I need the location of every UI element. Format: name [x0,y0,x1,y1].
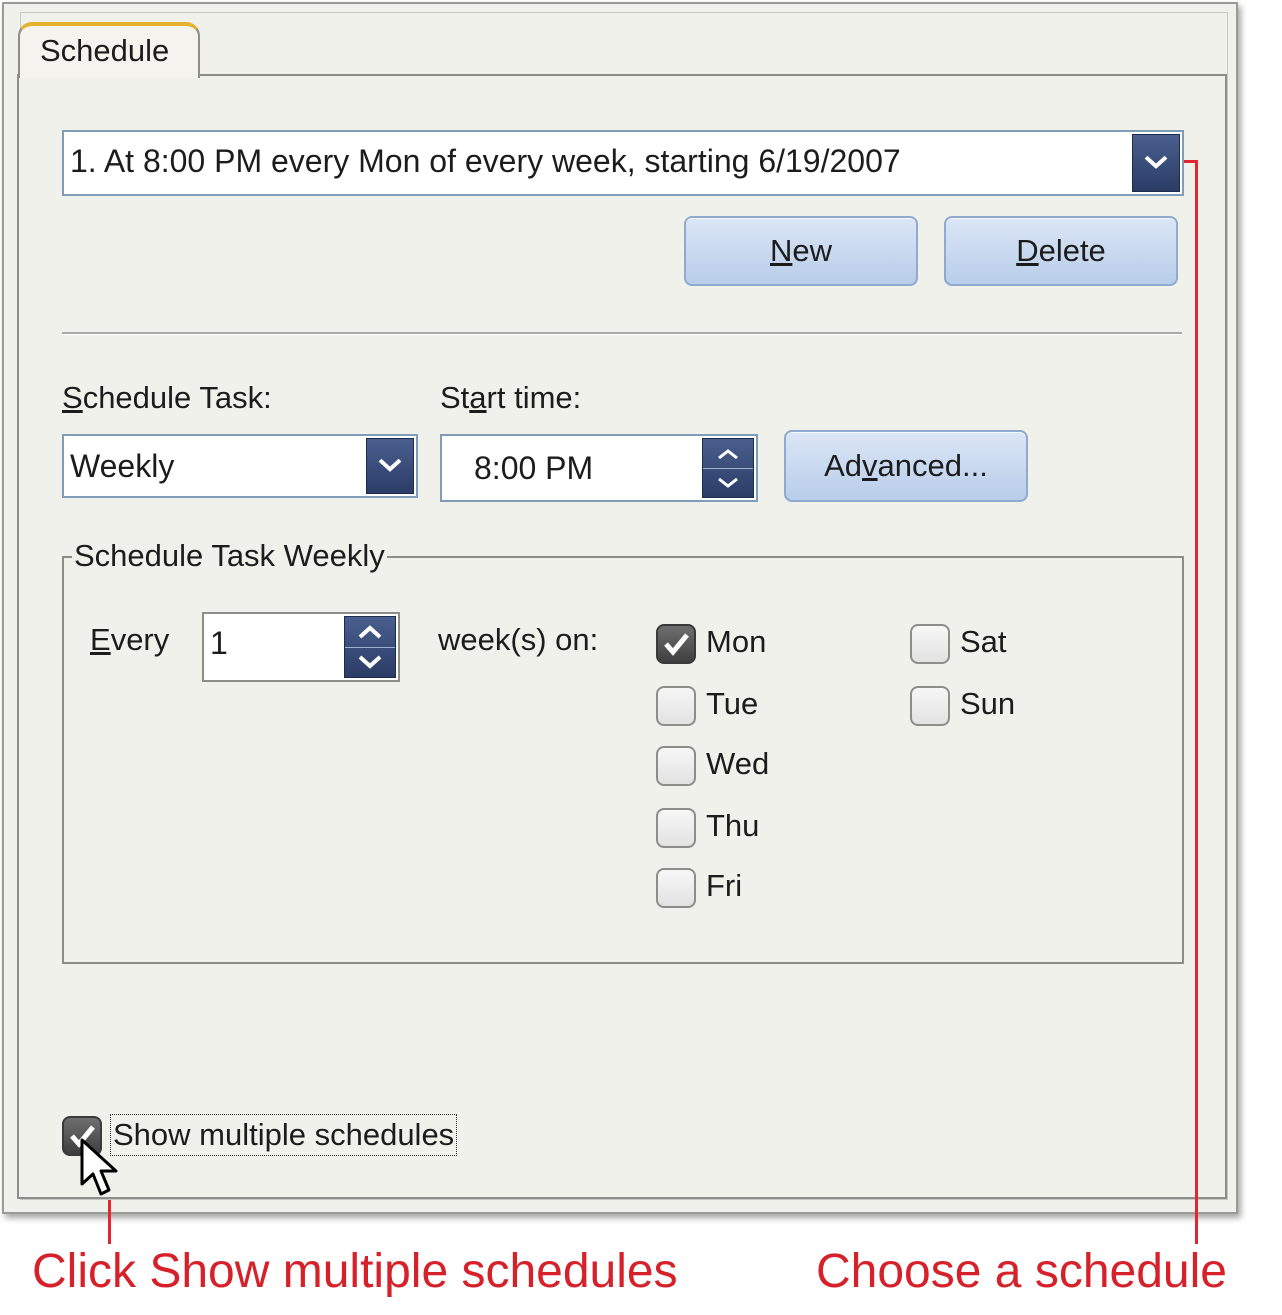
every-label-text: very [110,622,170,657]
delete-button-label: elete [1038,233,1106,268]
checkbox[interactable] [656,686,696,726]
checkbox[interactable] [656,624,696,664]
start-time-spinner[interactable] [702,438,754,498]
day-label: Sun [960,686,1016,721]
start-time-label-rest: rt time: [486,380,582,415]
schedule-select-value: 1. At 8:00 PM every Mon of every week, s… [70,143,901,179]
start-time-value: 8:00 PM [474,450,594,486]
checkmark-icon [664,633,689,656]
annotation-show-multiple: Click Show multiple schedules [32,1245,678,1298]
start-time-input[interactable]: 8:00 PM [440,434,758,502]
annotation-choose-schedule: Choose a schedule [816,1245,1227,1298]
delete-button[interactable]: Delete [944,216,1178,286]
delete-button-mnemonic: D [1016,233,1039,268]
show-multiple-schedules-label: Show multiple schedules [110,1114,458,1156]
schedule-task-mnemonic: S [62,380,83,415]
new-button-label: ew [792,233,833,268]
every-weeks-value: 1 [210,625,228,661]
chevron-down-icon [378,458,402,472]
day-label: Sat [960,624,1007,659]
schedule-task-value: Weekly [70,448,175,484]
day-label: Mon [706,624,767,659]
chevron-down-icon [1144,155,1168,169]
annotation-line-left-v [108,1200,111,1244]
every-weeks-spinner[interactable] [344,616,396,678]
chevron-down-icon [718,477,738,488]
chevron-up-icon [358,625,382,639]
advanced-label-pre: Ad [824,448,863,483]
weekly-group-title: Schedule Task Weekly [72,538,387,574]
annotation-line-right-v [1195,160,1198,1244]
every-label: Every [90,622,169,658]
every-mnemonic: E [90,622,111,657]
spin-up-button[interactable] [345,617,395,648]
chevron-down-icon [358,655,382,669]
advanced-mnemonic: v [862,448,878,483]
schedule-task-label: Schedule Task: [62,380,272,416]
schedule-task-select[interactable]: Weekly [62,434,418,498]
chevron-up-icon [718,448,738,459]
advanced-button[interactable]: Advanced... [784,430,1028,502]
start-time-label-pre: St [440,380,470,415]
checkbox[interactable] [656,868,696,908]
start-time-label: Start time: [440,380,581,416]
separator [62,332,1182,335]
spin-up-button[interactable] [703,439,753,469]
day-label: Wed [706,746,770,781]
new-button-mnemonic: N [769,233,793,268]
advanced-label-rest: anced... [877,448,988,483]
day-label: Thu [706,808,760,843]
spin-down-button[interactable] [703,468,753,497]
tab-schedule[interactable]: Schedule [18,22,200,78]
schedule-select-dropdown-button[interactable] [1132,134,1180,192]
new-button[interactable]: New [684,216,918,286]
checkbox[interactable] [910,624,950,664]
start-time-mnemonic: a [469,380,487,415]
every-weeks-input[interactable]: 1 [202,612,400,682]
schedule-select[interactable]: 1. At 8:00 PM every Mon of every week, s… [62,130,1184,196]
schedule-task-label-text: chedule Task: [82,380,272,415]
checkbox[interactable] [656,808,696,848]
checkbox[interactable] [656,746,696,786]
weeks-on-label: week(s) on: [438,622,599,657]
schedule-task-dropdown-button[interactable] [366,438,414,494]
checkbox[interactable] [910,686,950,726]
day-label: Tue [706,686,759,721]
mouse-cursor-icon [80,1138,118,1196]
spin-down-button[interactable] [345,647,395,677]
day-label: Fri [706,868,743,903]
